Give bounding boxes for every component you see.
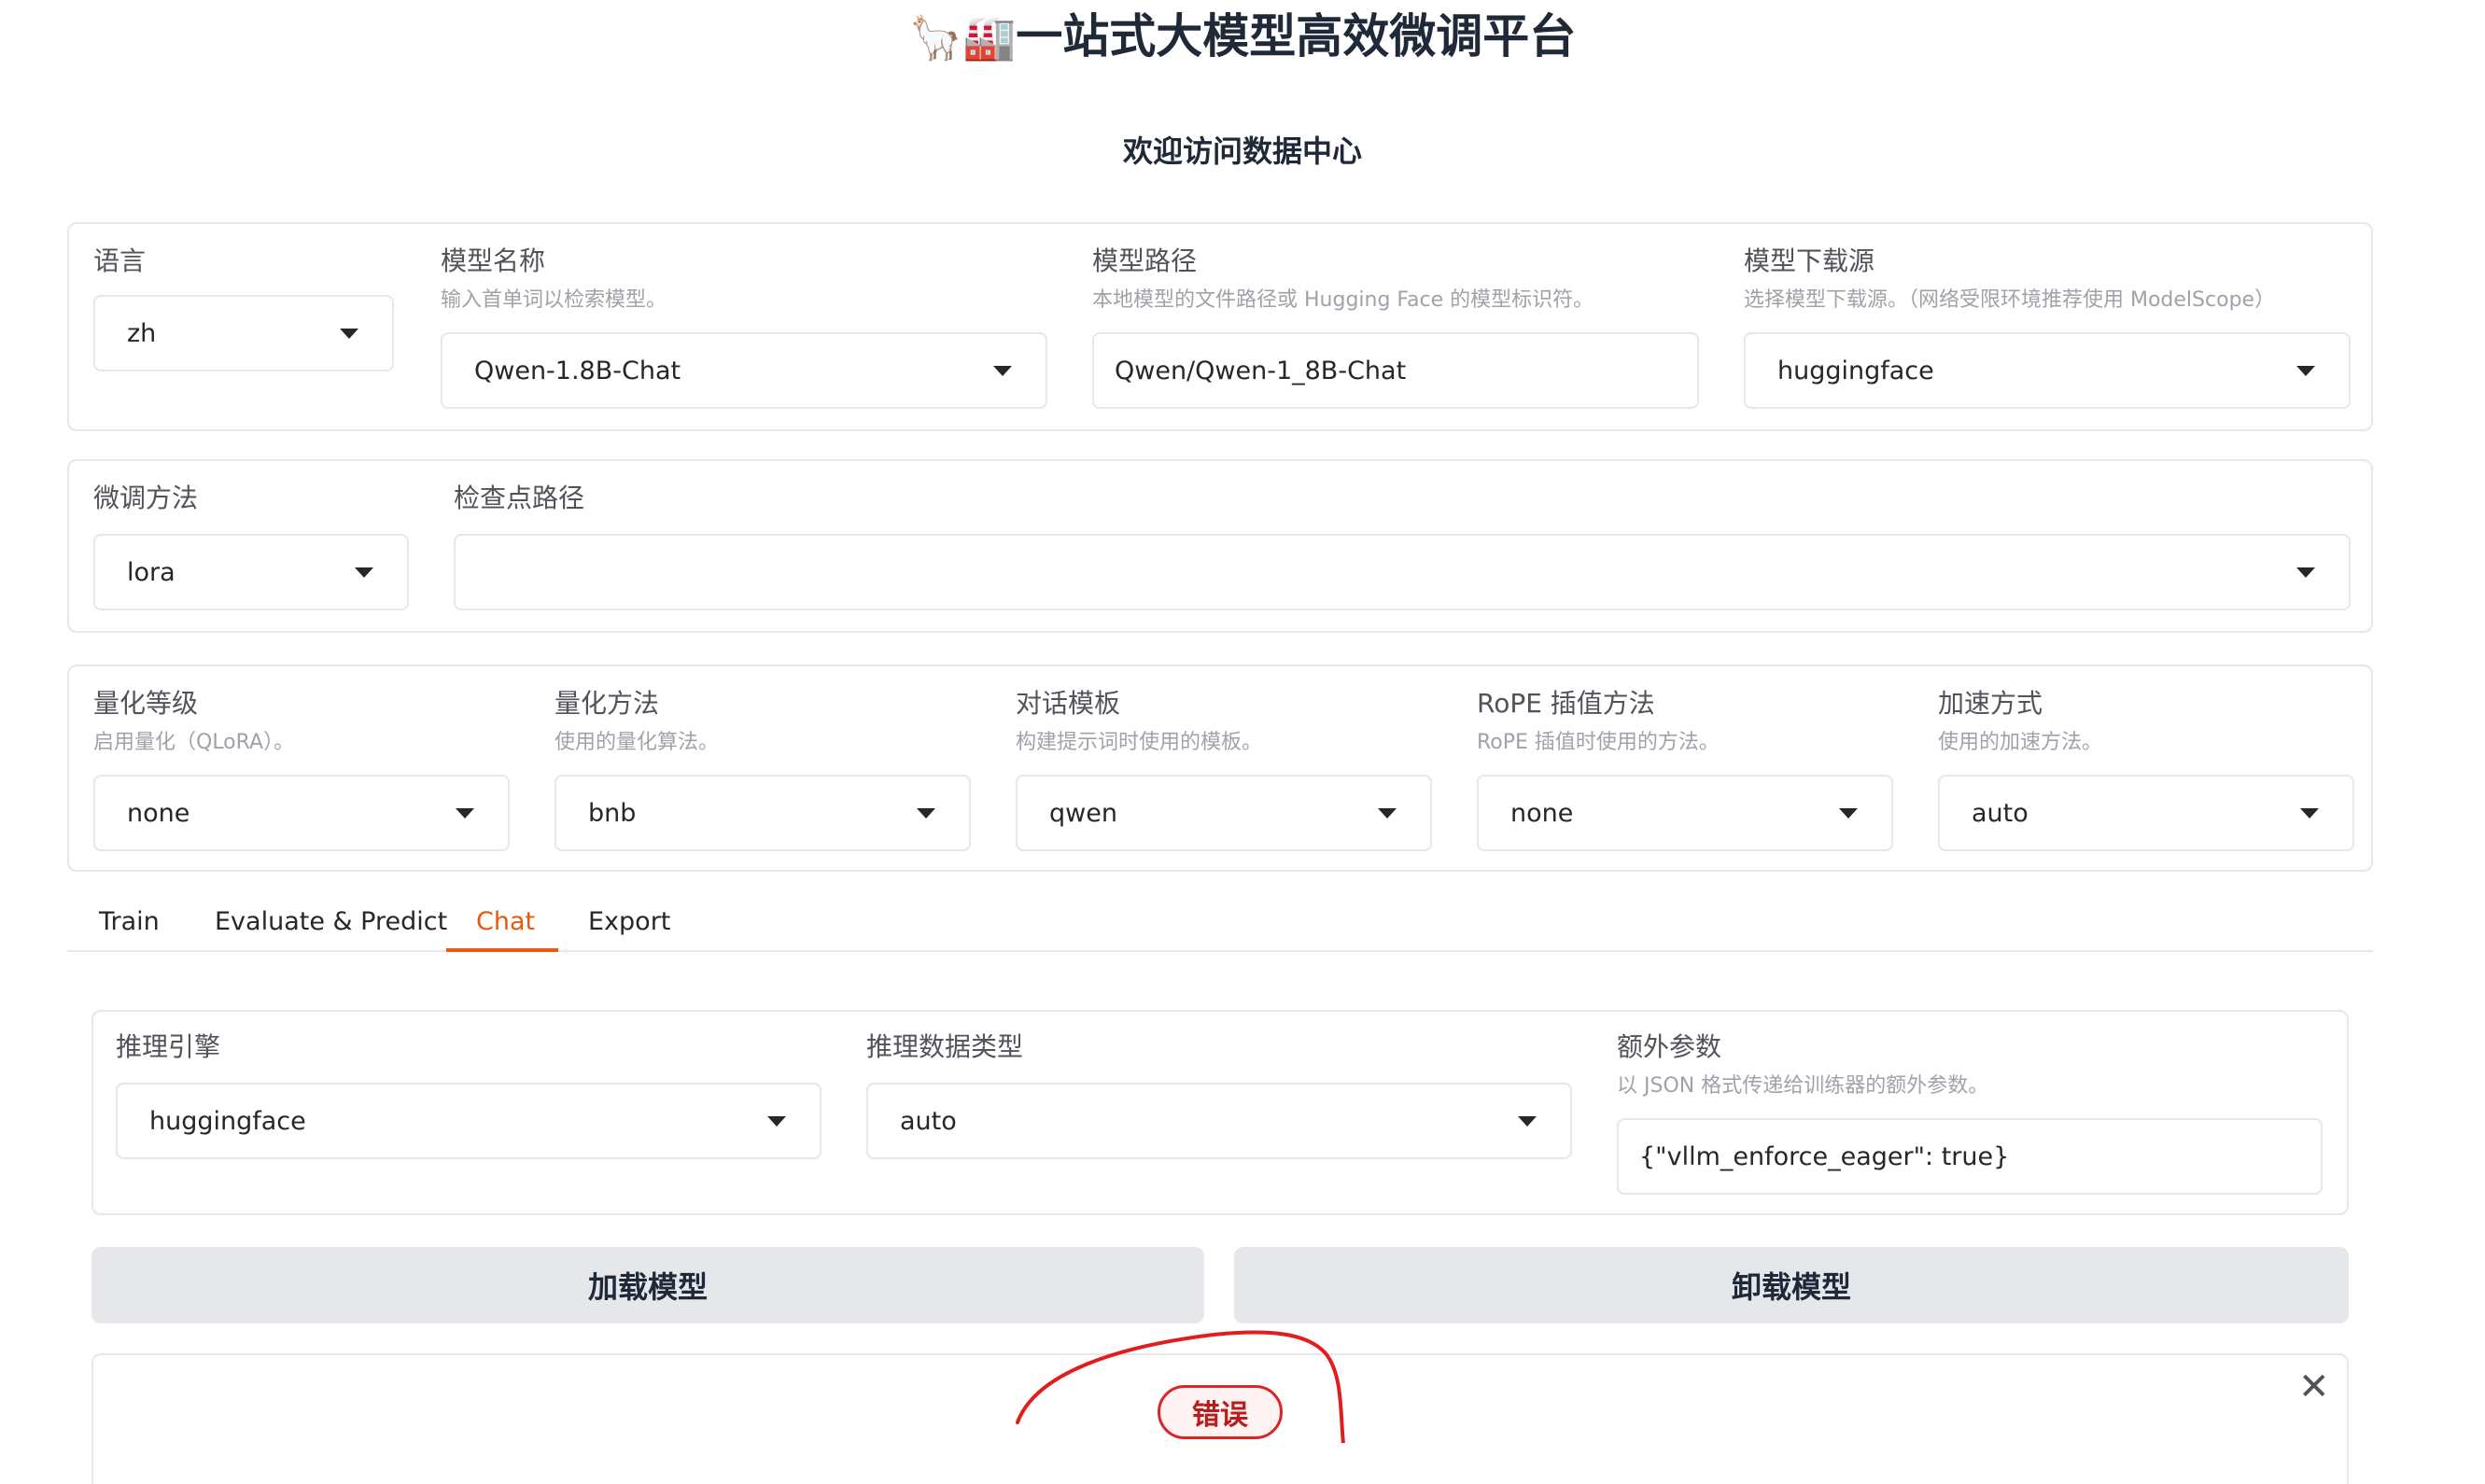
annotation-circle-icon: [1016, 1330, 1345, 1443]
